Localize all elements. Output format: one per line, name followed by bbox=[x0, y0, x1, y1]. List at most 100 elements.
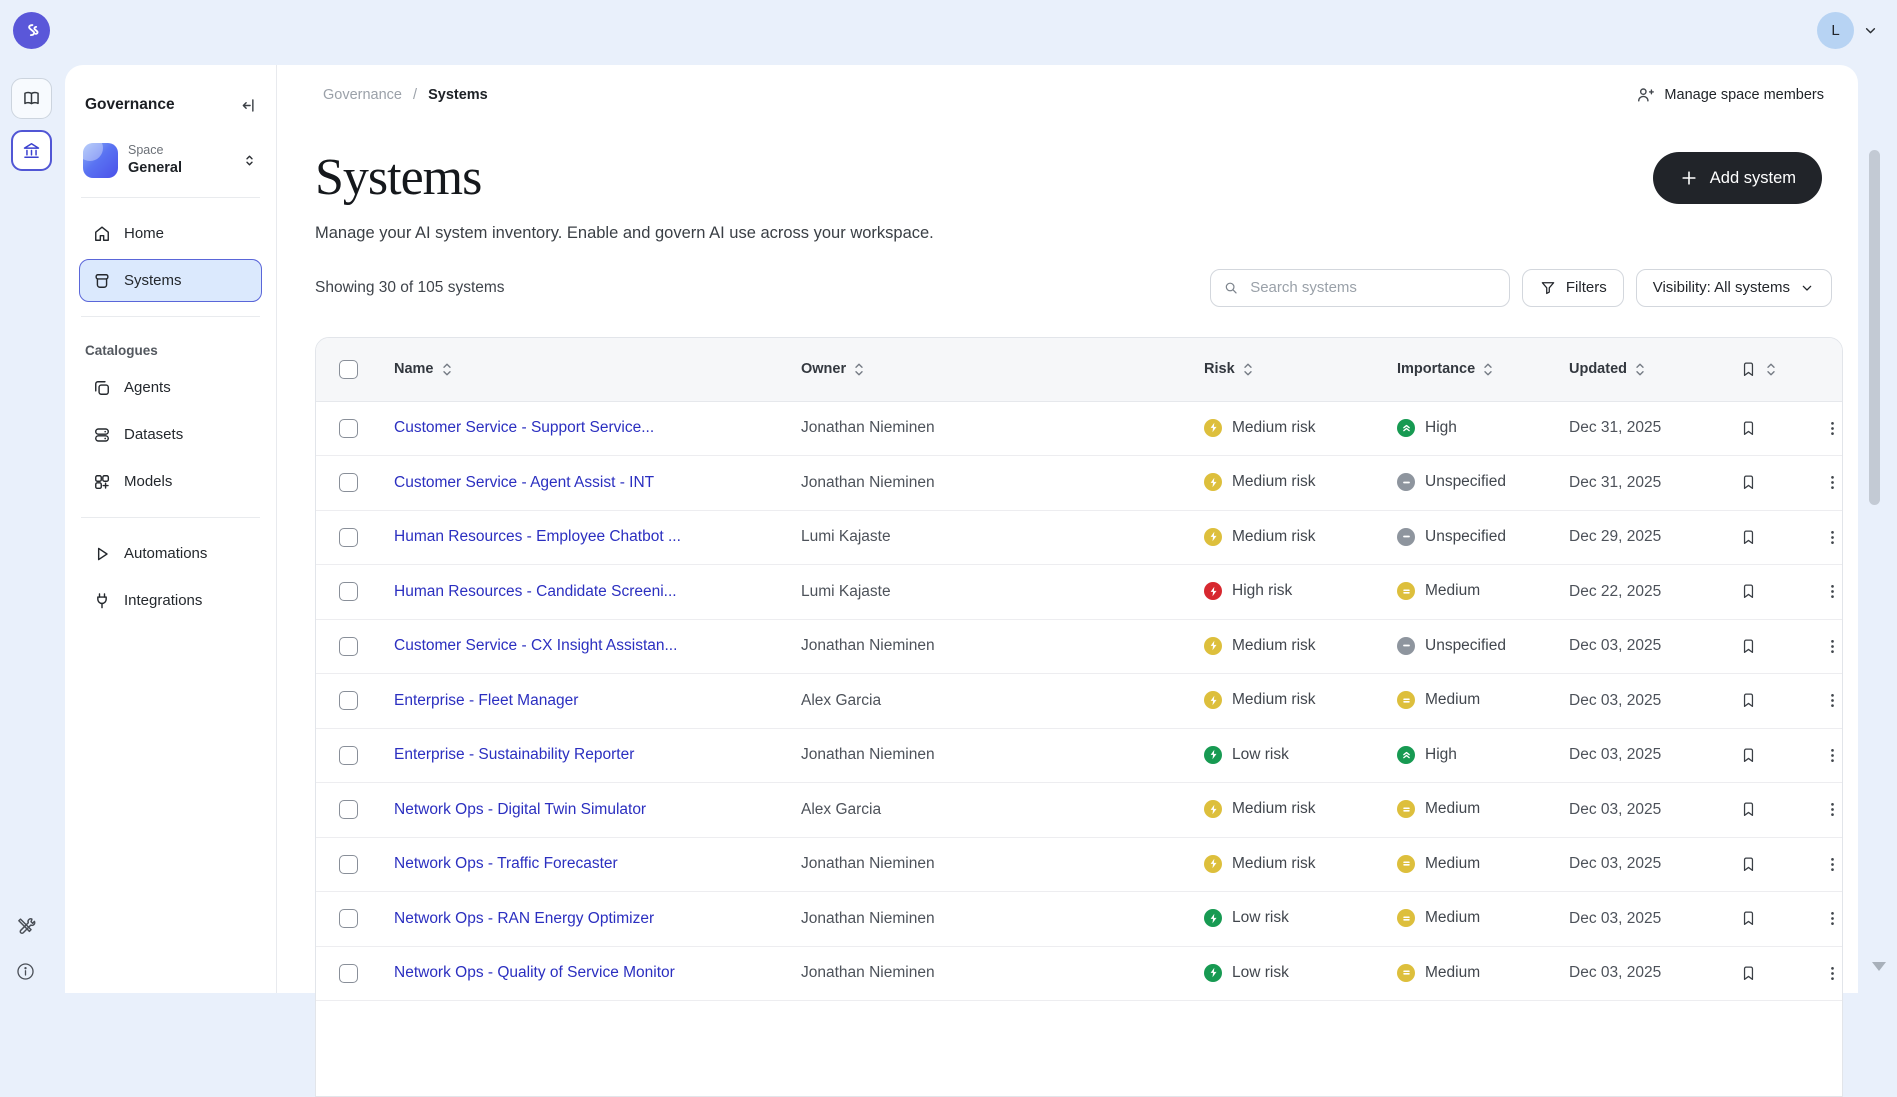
user-menu-chevron-icon[interactable] bbox=[1862, 22, 1879, 39]
governance-nav-button[interactable] bbox=[11, 130, 52, 171]
row-menu-icon[interactable] bbox=[1823, 528, 1842, 547]
scroll-down-arrow[interactable] bbox=[1872, 962, 1886, 971]
row-menu-icon[interactable] bbox=[1823, 800, 1842, 819]
header-name[interactable]: Name bbox=[394, 361, 801, 377]
row-checkbox[interactable] bbox=[339, 909, 358, 928]
row-checkbox[interactable] bbox=[339, 473, 358, 492]
visibility-dropdown[interactable]: Visibility: All systems bbox=[1636, 269, 1832, 307]
bookmark-icon[interactable] bbox=[1739, 637, 1758, 656]
table-row: Network Ops - RAN Energy Optimizer Jonat… bbox=[316, 892, 1842, 947]
row-menu-icon[interactable] bbox=[1823, 855, 1842, 874]
bookmark-icon[interactable] bbox=[1739, 419, 1758, 438]
sidebar-item-integrations[interactable]: Integrations bbox=[79, 579, 262, 622]
row-menu-icon[interactable] bbox=[1823, 691, 1842, 710]
search-input[interactable] bbox=[1248, 278, 1497, 297]
bookmark-icon[interactable] bbox=[1739, 582, 1758, 601]
bookmark-icon[interactable] bbox=[1739, 964, 1758, 983]
manage-space-members-button[interactable]: Manage space members bbox=[1635, 85, 1824, 105]
row-checkbox[interactable] bbox=[339, 419, 358, 438]
row-menu-icon[interactable] bbox=[1823, 419, 1842, 438]
filters-button[interactable]: Filters bbox=[1522, 269, 1624, 307]
space-selector[interactable]: Space General bbox=[79, 137, 262, 183]
importance-badge-icon bbox=[1397, 800, 1415, 818]
sidebar-collapse-icon[interactable] bbox=[239, 96, 258, 115]
importance-label: Unspecified bbox=[1425, 528, 1506, 546]
select-all-checkbox[interactable] bbox=[339, 360, 358, 379]
row-menu-icon[interactable] bbox=[1823, 473, 1842, 492]
system-name-link[interactable]: Customer Service - CX Insight Assistan..… bbox=[394, 637, 677, 654]
user-avatar[interactable]: L bbox=[1817, 12, 1854, 49]
sidebar-item-models[interactable]: Models bbox=[79, 460, 262, 503]
add-system-button[interactable]: Add system bbox=[1653, 152, 1822, 204]
integrations-icon bbox=[92, 591, 112, 611]
system-name-link[interactable]: Enterprise - Fleet Manager bbox=[394, 692, 578, 709]
system-name-link[interactable]: Enterprise - Sustainability Reporter bbox=[394, 746, 634, 763]
risk-badge: Medium risk bbox=[1204, 419, 1316, 437]
system-name-link[interactable]: Customer Service - Support Service... bbox=[394, 419, 654, 436]
header-owner[interactable]: Owner bbox=[801, 361, 1204, 377]
table-row: Customer Service - Support Service... Jo… bbox=[316, 402, 1842, 457]
bookmark-icon[interactable] bbox=[1739, 473, 1758, 492]
row-checkbox[interactable] bbox=[339, 637, 358, 656]
bookmark-icon[interactable] bbox=[1739, 855, 1758, 874]
manage-members-label: Manage space members bbox=[1664, 87, 1824, 103]
table-row: Enterprise - Sustainability Reporter Jon… bbox=[316, 729, 1842, 784]
bookmark-icon[interactable] bbox=[1739, 746, 1758, 765]
risk-badge-icon bbox=[1204, 746, 1222, 764]
bookmark-icon[interactable] bbox=[1739, 691, 1758, 710]
row-menu-icon[interactable] bbox=[1823, 637, 1842, 656]
row-checkbox[interactable] bbox=[339, 582, 358, 601]
header-updated[interactable]: Updated bbox=[1569, 361, 1739, 377]
system-name-link[interactable]: Network Ops - RAN Energy Optimizer bbox=[394, 910, 654, 927]
row-checkbox[interactable] bbox=[339, 528, 358, 547]
system-name-link[interactable]: Human Resources - Employee Chatbot ... bbox=[394, 528, 681, 545]
datasets-icon bbox=[92, 425, 112, 445]
system-name-link[interactable]: Network Ops - Traffic Forecaster bbox=[394, 855, 618, 872]
header-risk[interactable]: Risk bbox=[1204, 361, 1397, 377]
risk-badge: High risk bbox=[1204, 582, 1292, 600]
search-box[interactable] bbox=[1210, 269, 1510, 307]
header-importance[interactable]: Importance bbox=[1397, 361, 1569, 377]
row-checkbox[interactable] bbox=[339, 800, 358, 819]
row-menu-icon[interactable] bbox=[1823, 582, 1842, 601]
row-menu-icon[interactable] bbox=[1823, 746, 1842, 765]
row-checkbox[interactable] bbox=[339, 964, 358, 983]
sidebar-item-datasets[interactable]: Datasets bbox=[79, 413, 262, 456]
system-name-link[interactable]: Network Ops - Quality of Service Monitor bbox=[394, 964, 675, 981]
risk-badge: Low risk bbox=[1204, 964, 1289, 982]
header-bookmark[interactable] bbox=[1739, 360, 1809, 379]
person-plus-icon bbox=[1635, 85, 1655, 105]
space-label: Space bbox=[128, 143, 182, 159]
risk-label: High risk bbox=[1232, 582, 1292, 600]
bookmark-icon[interactable] bbox=[1739, 528, 1758, 547]
system-name-link[interactable]: Human Resources - Candidate Screeni... bbox=[394, 583, 677, 600]
sidebar-item-systems[interactable]: Systems bbox=[79, 259, 262, 302]
divider bbox=[81, 517, 260, 518]
breadcrumb-current: Systems bbox=[428, 87, 488, 103]
table-row: Human Resources - Employee Chatbot ... L… bbox=[316, 511, 1842, 566]
sidebar-item-automations[interactable]: Automations bbox=[79, 532, 262, 575]
system-name-link[interactable]: Customer Service - Agent Assist - INT bbox=[394, 474, 654, 491]
row-menu-icon[interactable] bbox=[1823, 964, 1842, 983]
scrollbar-thumb[interactable] bbox=[1869, 150, 1880, 505]
app-logo-icon[interactable] bbox=[13, 12, 50, 49]
bookmark-icon[interactable] bbox=[1739, 909, 1758, 928]
sidebar-item-agents[interactable]: Agents bbox=[79, 366, 262, 409]
search-icon bbox=[1223, 279, 1239, 297]
breadcrumb-parent[interactable]: Governance bbox=[323, 87, 402, 103]
admin-tools-button[interactable] bbox=[15, 915, 37, 937]
bookmark-icon[interactable] bbox=[1739, 800, 1758, 819]
system-name-link[interactable]: Network Ops - Digital Twin Simulator bbox=[394, 801, 646, 818]
row-checkbox[interactable] bbox=[339, 691, 358, 710]
info-button[interactable] bbox=[15, 961, 36, 982]
sidebar-item-home[interactable]: Home bbox=[79, 212, 262, 255]
row-menu-icon[interactable] bbox=[1823, 909, 1842, 928]
row-checkbox[interactable] bbox=[339, 855, 358, 874]
library-nav-button[interactable] bbox=[11, 78, 52, 119]
importance-badge-icon bbox=[1397, 473, 1415, 491]
risk-badge: Medium risk bbox=[1204, 855, 1316, 873]
chevron-up-down-icon bbox=[241, 152, 258, 169]
table-row: Network Ops - Digital Twin Simulator Ale… bbox=[316, 783, 1842, 838]
row-checkbox[interactable] bbox=[339, 746, 358, 765]
importance-badge: Medium bbox=[1397, 909, 1480, 927]
